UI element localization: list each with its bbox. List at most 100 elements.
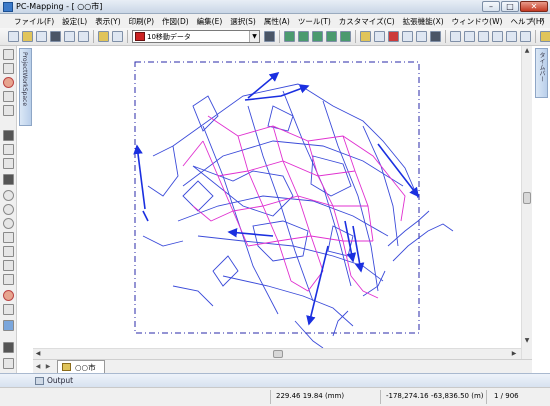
menu-edit[interactable]: 編集(E) — [193, 16, 227, 27]
project-workspace-tab-label: ProjectWorkSpace — [21, 52, 28, 107]
point-icon[interactable] — [402, 31, 413, 42]
table-icon[interactable] — [3, 144, 14, 155]
tab-next-icon[interactable]: ▶ — [43, 361, 53, 373]
vertical-scroll-thumb[interactable] — [523, 192, 531, 204]
snapshot-icon[interactable] — [3, 304, 14, 315]
page-settings-icon[interactable] — [520, 31, 531, 42]
toolbar-separator — [355, 30, 356, 43]
vertical-scrollbar[interactable]: ▲ ▼ — [521, 46, 532, 359]
area-icon[interactable] — [3, 274, 14, 285]
menu-draw[interactable]: 作図(D) — [158, 16, 193, 27]
layer-view-icon[interactable] — [3, 130, 14, 141]
status-map-coords: -178,274.16 -63,836.50 (m) — [386, 392, 484, 400]
toolbar-separator — [445, 30, 446, 43]
page-layout-icon[interactable] — [506, 31, 517, 42]
zoom-window-icon[interactable] — [3, 91, 14, 102]
output-pane[interactable]: Output — [0, 373, 550, 387]
distance-icon[interactable] — [3, 260, 14, 271]
menu-file[interactable]: ファイル(F) — [10, 16, 58, 27]
zoom-target-icon[interactable] — [3, 77, 14, 88]
bottom-tool-icon[interactable] — [3, 358, 14, 369]
car-icon[interactable] — [312, 31, 323, 42]
zoom-reset-icon[interactable] — [3, 218, 14, 229]
left-toolbar — [0, 46, 17, 373]
menu-attribute[interactable]: 属性(A) — [260, 16, 294, 27]
print-preview-icon[interactable] — [78, 31, 89, 42]
layer-manager-icon[interactable] — [98, 31, 109, 42]
route-icon[interactable] — [340, 31, 351, 42]
select-arrow-icon[interactable] — [3, 49, 14, 60]
menu-tools[interactable]: ツール(T) — [294, 16, 335, 27]
frame-icon[interactable] — [3, 174, 14, 185]
close-button[interactable]: ✕ — [520, 1, 548, 12]
dark-tool-icon[interactable] — [3, 342, 14, 353]
mdi-restore-button[interactable]: ▫ — [527, 16, 536, 25]
save-all-icon[interactable] — [50, 31, 61, 42]
page-icon[interactable] — [450, 31, 461, 42]
save-icon[interactable] — [36, 31, 47, 42]
stop-icon[interactable] — [430, 31, 441, 42]
layer-select[interactable]: 10移動データ ▼ — [132, 30, 260, 43]
sign-icon[interactable] — [416, 31, 427, 42]
status-divider — [380, 390, 381, 404]
book-icon[interactable] — [540, 31, 550, 42]
scroll-down-icon[interactable]: ▼ — [522, 336, 532, 346]
zoom-out-icon[interactable] — [3, 204, 14, 215]
page-copy-icon[interactable] — [464, 31, 475, 42]
print-icon[interactable] — [64, 31, 75, 42]
vehicle-icon[interactable] — [298, 31, 309, 42]
mdi-minimize-button[interactable]: – — [516, 16, 525, 25]
timebar-tab-label: タイムバー — [538, 52, 545, 82]
layer-properties-icon[interactable] — [112, 31, 123, 42]
mdi-close-button[interactable]: x — [538, 16, 547, 25]
project-workspace-tab[interactable]: ProjectWorkSpace — [19, 48, 32, 126]
menu-extensions[interactable]: 拡張機能(X) — [399, 16, 448, 27]
rotate-icon[interactable] — [3, 232, 14, 243]
layer-tool-icon[interactable] — [264, 31, 275, 42]
menu-customize[interactable]: カスタマイズ(C) — [335, 16, 399, 27]
menu-view[interactable]: 表示(Y) — [91, 16, 124, 27]
marker-icon[interactable] — [388, 31, 399, 42]
map-document-icon — [62, 363, 71, 371]
road-network — [142, 83, 454, 348]
maximize-button[interactable]: □ — [501, 1, 519, 12]
status-paper-coords: 229.46 19.84 (mm) — [276, 392, 345, 400]
menu-settings[interactable]: 設定(L) — [58, 16, 91, 27]
toolbar-separator — [127, 30, 128, 43]
refresh-icon[interactable] — [3, 246, 14, 257]
chevron-down-icon[interactable]: ▼ — [249, 31, 259, 42]
target-icon[interactable] — [3, 290, 14, 301]
timebar-tab[interactable]: タイムバー — [535, 48, 548, 98]
tab-document-label: ○○市 — [75, 362, 96, 372]
blue-tool-icon[interactable] — [3, 320, 14, 331]
page-grid-icon[interactable] — [492, 31, 503, 42]
grid-icon[interactable] — [3, 158, 14, 169]
bus-icon[interactable] — [284, 31, 295, 42]
scroll-up-icon[interactable]: ▲ — [522, 46, 532, 56]
horizontal-scrollbar[interactable]: ◀ ▶ — [33, 348, 521, 359]
scroll-right-icon[interactable]: ▶ — [509, 349, 519, 359]
minimize-button[interactable]: – — [482, 1, 500, 12]
measure-icon[interactable] — [3, 105, 14, 116]
zoom-in-icon[interactable] — [3, 190, 14, 201]
scroll-left-icon[interactable]: ◀ — [33, 349, 43, 359]
main-toolbar: 10移動データ ▼ — [0, 28, 550, 46]
layer-color-icon — [135, 32, 145, 41]
mdi-controls: – ▫ x — [516, 16, 547, 25]
page-list-icon[interactable] — [478, 31, 489, 42]
app-icon — [3, 1, 13, 12]
horizontal-scroll-thumb[interactable] — [273, 350, 283, 358]
tab-document[interactable]: ○○市 — [57, 360, 105, 373]
map-canvas[interactable] — [33, 46, 521, 348]
output-icon — [35, 376, 44, 385]
menu-window[interactable]: ウィンドウ(W) — [448, 16, 507, 27]
new-file-icon[interactable] — [8, 31, 19, 42]
open-folder-icon[interactable] — [22, 31, 33, 42]
tab-prev-icon[interactable]: ◀ — [33, 361, 43, 373]
pan-icon[interactable] — [3, 63, 14, 74]
truck-icon[interactable] — [326, 31, 337, 42]
pin-icon[interactable] — [360, 31, 371, 42]
flag-icon[interactable] — [374, 31, 385, 42]
menu-select[interactable]: 選択(S) — [226, 16, 260, 27]
menu-print[interactable]: 印刷(P) — [125, 16, 158, 27]
